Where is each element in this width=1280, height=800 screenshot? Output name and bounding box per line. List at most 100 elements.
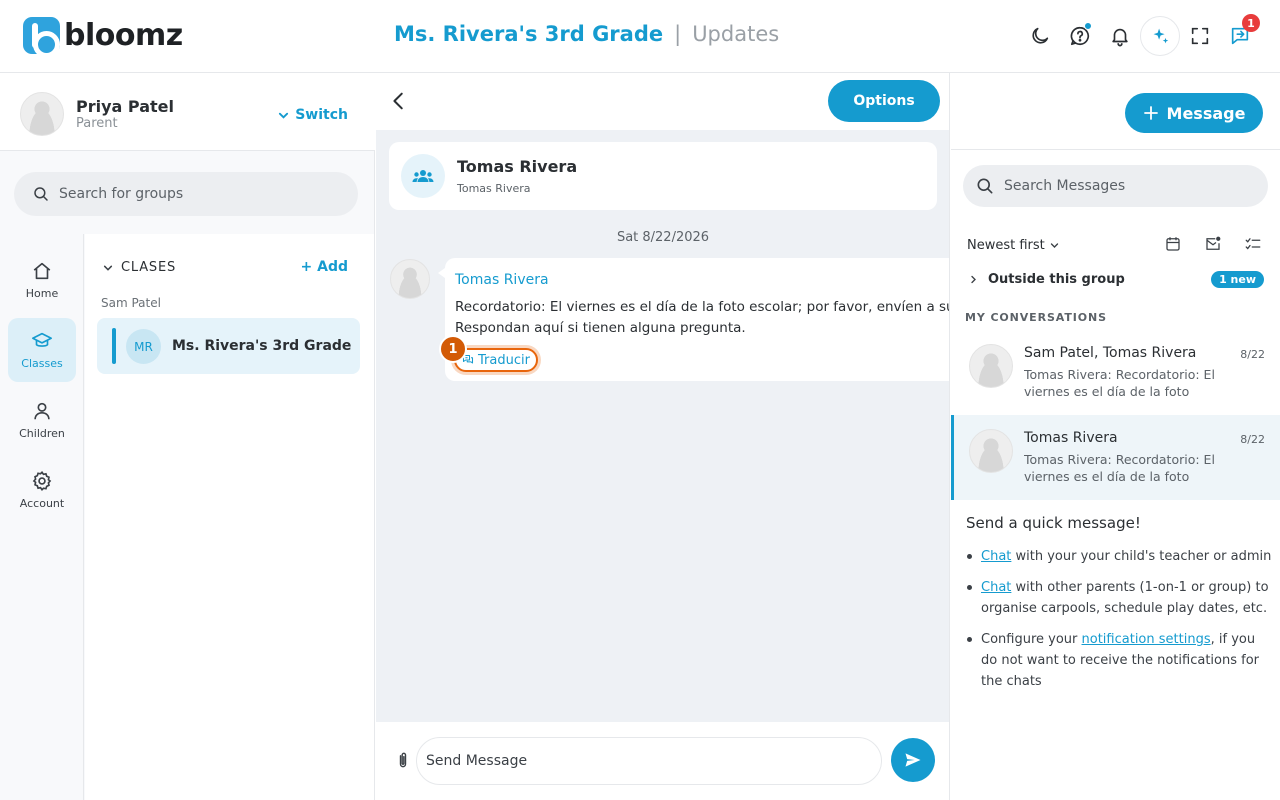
outside-group-label: Outside this group bbox=[988, 272, 1125, 287]
logo-mark-icon bbox=[23, 17, 60, 58]
translate-label: Traducir bbox=[478, 352, 530, 368]
header-page-name: Updates bbox=[692, 22, 780, 46]
avatar bbox=[969, 344, 1013, 388]
divider bbox=[951, 149, 1280, 150]
send-button[interactable] bbox=[891, 738, 935, 782]
chevron-right-icon bbox=[971, 275, 976, 284]
sort-label: Newest first bbox=[967, 238, 1045, 253]
moon-icon bbox=[1032, 27, 1049, 44]
message-composer: Send Message bbox=[376, 722, 949, 800]
my-conversations-header: MY CONVERSATIONS bbox=[965, 311, 1107, 324]
fullscreen-icon bbox=[1191, 27, 1209, 45]
person-icon bbox=[34, 402, 50, 420]
new-count-badge: 1 new bbox=[1211, 271, 1264, 288]
outside-group-toggle[interactable]: Outside this group bbox=[969, 272, 1125, 287]
tip-item: Chat with your your child's teacher or a… bbox=[966, 546, 1272, 567]
header-separator: | bbox=[674, 22, 682, 46]
options-button[interactable]: Options bbox=[828, 80, 940, 122]
chevron-down-icon bbox=[103, 265, 113, 271]
tip-text: with your your child's teacher or admin bbox=[1011, 549, 1272, 564]
conversation-header-card: Tomas Rivera Tomas Rivera bbox=[389, 142, 937, 210]
logo-text: bloomz bbox=[64, 18, 183, 53]
nav-home-label: Home bbox=[25, 287, 59, 300]
switch-label: Switch bbox=[295, 107, 348, 123]
avatar bbox=[20, 92, 64, 136]
mail-unread-icon[interactable] bbox=[1204, 235, 1222, 253]
nav-home[interactable]: Home bbox=[8, 248, 76, 312]
classes-panel: CLASES + Add Sam Patel MR Ms. Rivera's 3… bbox=[85, 234, 374, 800]
message-bubble: Tomas Rivera Recordatorio: El viernes es… bbox=[438, 258, 950, 381]
chat-teacher-link[interactable]: Chat bbox=[981, 549, 1011, 564]
chat-thread: Options Tomas Rivera Tomas Rivera Sat 8/… bbox=[376, 73, 950, 800]
header-actions: 1 bbox=[1020, 14, 1260, 56]
message-line-1: Recordatorio: El viernes es el día de la… bbox=[455, 299, 950, 315]
sort-dropdown[interactable]: Newest first bbox=[967, 238, 1059, 253]
tip-text: with other parents (1-on-1 or group) to … bbox=[981, 580, 1269, 616]
group-avatar bbox=[401, 154, 445, 198]
profile-role: Parent bbox=[76, 116, 118, 131]
quick-message-tips: Chat with your your child's teacher or a… bbox=[966, 546, 1272, 702]
avatar bbox=[969, 429, 1013, 473]
top-bar: bloomz Ms. Rivera's 3rd Grade | Updates … bbox=[0, 0, 1280, 73]
conversation-item-active[interactable]: Tomas Rivera 8/22 Tomas Rivera: Recordat… bbox=[951, 415, 1280, 500]
calendar-icon[interactable] bbox=[1164, 235, 1182, 253]
conversation-tools bbox=[1164, 235, 1262, 253]
profile-header: Priya Patel Parent Switch bbox=[0, 73, 375, 151]
class-initials-avatar: MR bbox=[126, 329, 161, 364]
graduation-cap-icon bbox=[32, 332, 52, 347]
nav-children-label: Children bbox=[19, 427, 65, 440]
chevron-down-icon bbox=[279, 112, 289, 119]
bell-icon bbox=[1112, 28, 1128, 47]
home-icon bbox=[33, 262, 51, 280]
fullscreen-button[interactable] bbox=[1180, 16, 1220, 56]
conversation-preview: Tomas Rivera: Recordatorio: El viernes e… bbox=[1024, 367, 1215, 399]
search-icon bbox=[34, 187, 48, 201]
conversations-sidebar: Message Search Messages Newest first Out… bbox=[951, 73, 1280, 800]
message-sender[interactable]: Tomas Rivera bbox=[455, 272, 549, 288]
plus-icon: + bbox=[300, 259, 313, 275]
dark-mode-button[interactable] bbox=[1020, 16, 1060, 56]
search-messages-input[interactable]: Search Messages bbox=[963, 165, 1268, 207]
attachment-icon[interactable] bbox=[393, 749, 413, 771]
search-groups-input[interactable]: Search for groups bbox=[14, 172, 358, 216]
search-icon bbox=[977, 178, 993, 194]
new-message-button[interactable]: Message bbox=[1125, 93, 1263, 133]
tip-text: Configure your bbox=[981, 632, 1082, 647]
switch-account-button[interactable]: Switch bbox=[278, 107, 348, 123]
help-notification-dot bbox=[1084, 22, 1092, 30]
selected-indicator bbox=[112, 328, 116, 364]
nav-classes[interactable]: Classes bbox=[8, 318, 76, 382]
notification-settings-link[interactable]: notification settings bbox=[1082, 632, 1211, 647]
bloomz-logo[interactable]: bloomz bbox=[23, 17, 183, 58]
quick-message-title: Send a quick message! bbox=[966, 514, 1141, 532]
class-item-ms-rivera[interactable]: MR Ms. Rivera's 3rd Grade bbox=[97, 318, 360, 374]
clases-section-toggle[interactable]: CLASES bbox=[103, 260, 176, 275]
ai-assistant-button[interactable] bbox=[1140, 16, 1180, 56]
nav-children[interactable]: Children bbox=[8, 388, 76, 452]
avatar bbox=[390, 259, 430, 299]
conversation-item[interactable]: Sam Patel, Tomas Rivera 8/22 Tomas River… bbox=[951, 330, 1280, 415]
message-text: Recordatorio: El viernes es el día de la… bbox=[455, 297, 950, 339]
search-groups-placeholder: Search for groups bbox=[59, 186, 184, 202]
help-button[interactable] bbox=[1060, 16, 1100, 56]
conversation-name: Tomas Rivera bbox=[1024, 430, 1118, 446]
message-date-divider: Sat 8/22/2026 bbox=[616, 230, 710, 245]
page-title: Ms. Rivera's 3rd Grade | Updates bbox=[394, 22, 779, 46]
conversation-name: Sam Patel, Tomas Rivera bbox=[1024, 345, 1197, 361]
back-arrow-icon[interactable] bbox=[388, 90, 410, 112]
message-input-placeholder: Send Message bbox=[426, 753, 528, 769]
message-input[interactable]: Send Message bbox=[416, 737, 882, 785]
class-owner: Sam Patel bbox=[101, 296, 161, 310]
clases-header: CLASES bbox=[121, 260, 177, 275]
conversation-date: 8/22 bbox=[1240, 348, 1265, 361]
nav-account[interactable]: Account bbox=[8, 458, 76, 522]
chat-parents-link[interactable]: Chat bbox=[981, 580, 1011, 595]
chat-panel-button[interactable]: 1 bbox=[1220, 14, 1260, 56]
header-class-name: Ms. Rivera's 3rd Grade bbox=[394, 22, 664, 46]
conversation-members: Tomas Rivera bbox=[457, 182, 531, 195]
checklist-icon[interactable] bbox=[1244, 235, 1262, 253]
notifications-button[interactable] bbox=[1100, 16, 1140, 56]
add-class-button[interactable]: + Add bbox=[301, 259, 349, 275]
search-messages-placeholder: Search Messages bbox=[1004, 178, 1126, 194]
tip-item: Chat with other parents (1-on-1 or group… bbox=[966, 577, 1272, 619]
